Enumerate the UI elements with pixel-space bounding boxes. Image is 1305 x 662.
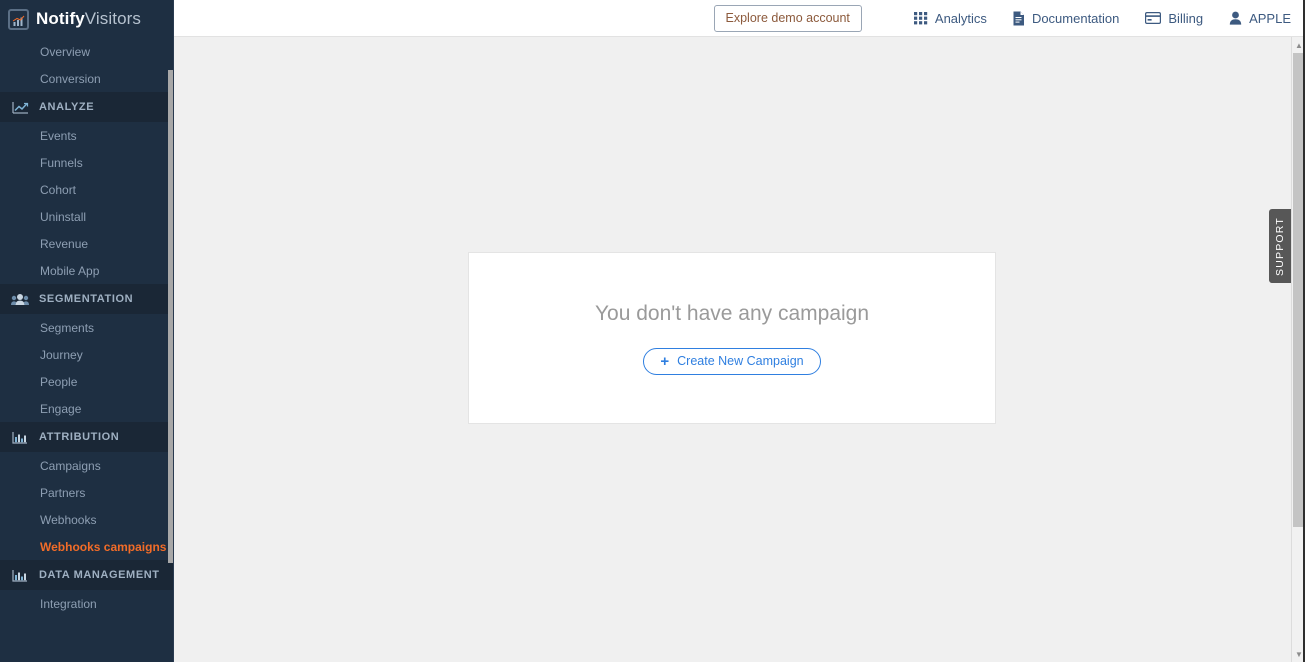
brand-name-bold: Notify: [36, 9, 85, 28]
users-group-icon: [10, 291, 30, 307]
sidebar-item-label: Webhooks: [40, 513, 96, 527]
sidebar-item-people[interactable]: People: [0, 368, 174, 395]
brand-logo[interactable]: NotifyVisitors: [0, 0, 174, 38]
top-link-label: Billing: [1168, 11, 1203, 26]
sidebar-item-partners[interactable]: Partners: [0, 479, 174, 506]
sidebar-item-cohort[interactable]: Cohort: [0, 176, 174, 203]
sidebar-item-segments[interactable]: Segments: [0, 314, 174, 341]
bar-chart-box-icon: [8, 9, 29, 30]
sidebar-item-uninstall[interactable]: Uninstall: [0, 203, 174, 230]
bar-chart-icon: [10, 567, 30, 583]
explore-demo-account-button[interactable]: Explore demo account: [714, 5, 862, 32]
create-new-campaign-button[interactable]: + Create New Campaign: [643, 348, 820, 375]
empty-state-title: You don't have any campaign: [595, 302, 869, 326]
sidebar-item-mobile-app[interactable]: Mobile App: [0, 257, 174, 284]
sidebar-item-label: Segments: [40, 321, 94, 335]
sidebar-item-revenue[interactable]: Revenue: [0, 230, 174, 257]
sidebar-item-journey[interactable]: Journey: [0, 341, 174, 368]
sidebar-item-label: Overview: [40, 45, 90, 59]
sidebar-item-label: Webhooks campaigns: [40, 540, 166, 554]
top-link-billing[interactable]: Billing: [1145, 11, 1203, 26]
sidebar-item-label: Events: [40, 129, 77, 143]
sidebar-item-label: Partners: [40, 486, 85, 500]
sidebar-item-label: Cohort: [40, 183, 76, 197]
line-chart-icon: [10, 99, 30, 115]
sidebar-section-analyze[interactable]: ANALYZE: [0, 92, 174, 122]
sidebar-section-data-management[interactable]: DATA MANAGEMENT: [0, 560, 174, 590]
sidebar-item-label: Integration: [40, 597, 97, 611]
bar-chart-icon: [10, 429, 30, 445]
sidebar-section-label: ANALYZE: [39, 101, 94, 113]
sidebar-item-webhooks[interactable]: Webhooks: [0, 506, 174, 533]
sidebar-item-funnels[interactable]: Funnels: [0, 149, 174, 176]
sidebar-item-label: Campaigns: [40, 459, 101, 473]
document-icon: [1013, 11, 1025, 26]
sidebar-section-label: DATA MANAGEMENT: [39, 569, 160, 581]
create-new-campaign-label: Create New Campaign: [677, 354, 803, 368]
sidebar-item-label: Uninstall: [40, 210, 86, 224]
empty-state-card: You don't have any campaign + Create New…: [468, 252, 996, 424]
sidebar-item-label: Conversion: [40, 72, 101, 86]
sidebar-item-conversion[interactable]: Conversion: [0, 65, 174, 92]
sidebar-item-engage[interactable]: Engage: [0, 395, 174, 422]
sidebar-item-label: Funnels: [40, 156, 83, 170]
top-link-label: Documentation: [1032, 11, 1119, 26]
main-content: You don't have any campaign + Create New…: [174, 37, 1291, 662]
user-icon: [1229, 11, 1242, 25]
app-root: NotifyVisitors Overview Conversion ANALY…: [0, 0, 1305, 662]
brand-name-light: Visitors: [85, 9, 141, 28]
sidebar-item-label: Journey: [40, 348, 83, 362]
sidebar-section-label: SEGMENTATION: [39, 293, 133, 305]
plus-icon: +: [660, 354, 669, 369]
top-link-label: Analytics: [935, 11, 987, 26]
sidebar-section-label: ATTRIBUTION: [39, 431, 119, 443]
grid-apps-icon: [914, 11, 928, 25]
support-tab-label: SUPPORT: [1274, 217, 1286, 276]
sidebar-item-integration[interactable]: Integration: [0, 590, 174, 617]
sidebar-item-events[interactable]: Events: [0, 122, 174, 149]
sidebar-item-label: Revenue: [40, 237, 88, 251]
sidebar-item-label: Engage: [40, 402, 81, 416]
brand-name: NotifyVisitors: [36, 9, 141, 29]
top-link-account-apple[interactable]: APPLE: [1229, 11, 1291, 26]
top-link-analytics[interactable]: Analytics: [914, 11, 987, 26]
top-navigation-bar: Explore demo account Analytics: [174, 0, 1305, 37]
sidebar-section-attribution[interactable]: ATTRIBUTION: [0, 422, 174, 452]
credit-card-icon: [1145, 12, 1161, 24]
sidebar-section-segmentation[interactable]: SEGMENTATION: [0, 284, 174, 314]
sidebar-item-webhooks-campaigns[interactable]: Webhooks campaigns: [0, 533, 174, 560]
top-link-label: APPLE: [1249, 11, 1291, 26]
sidebar-item-label: People: [40, 375, 77, 389]
sidebar-item-label: Mobile App: [40, 264, 99, 278]
sidebar-item-campaigns[interactable]: Campaigns: [0, 452, 174, 479]
sidebar: NotifyVisitors Overview Conversion ANALY…: [0, 0, 174, 662]
top-link-documentation[interactable]: Documentation: [1013, 11, 1119, 26]
support-tab[interactable]: SUPPORT: [1269, 209, 1291, 283]
sidebar-item-overview[interactable]: Overview: [0, 38, 174, 65]
